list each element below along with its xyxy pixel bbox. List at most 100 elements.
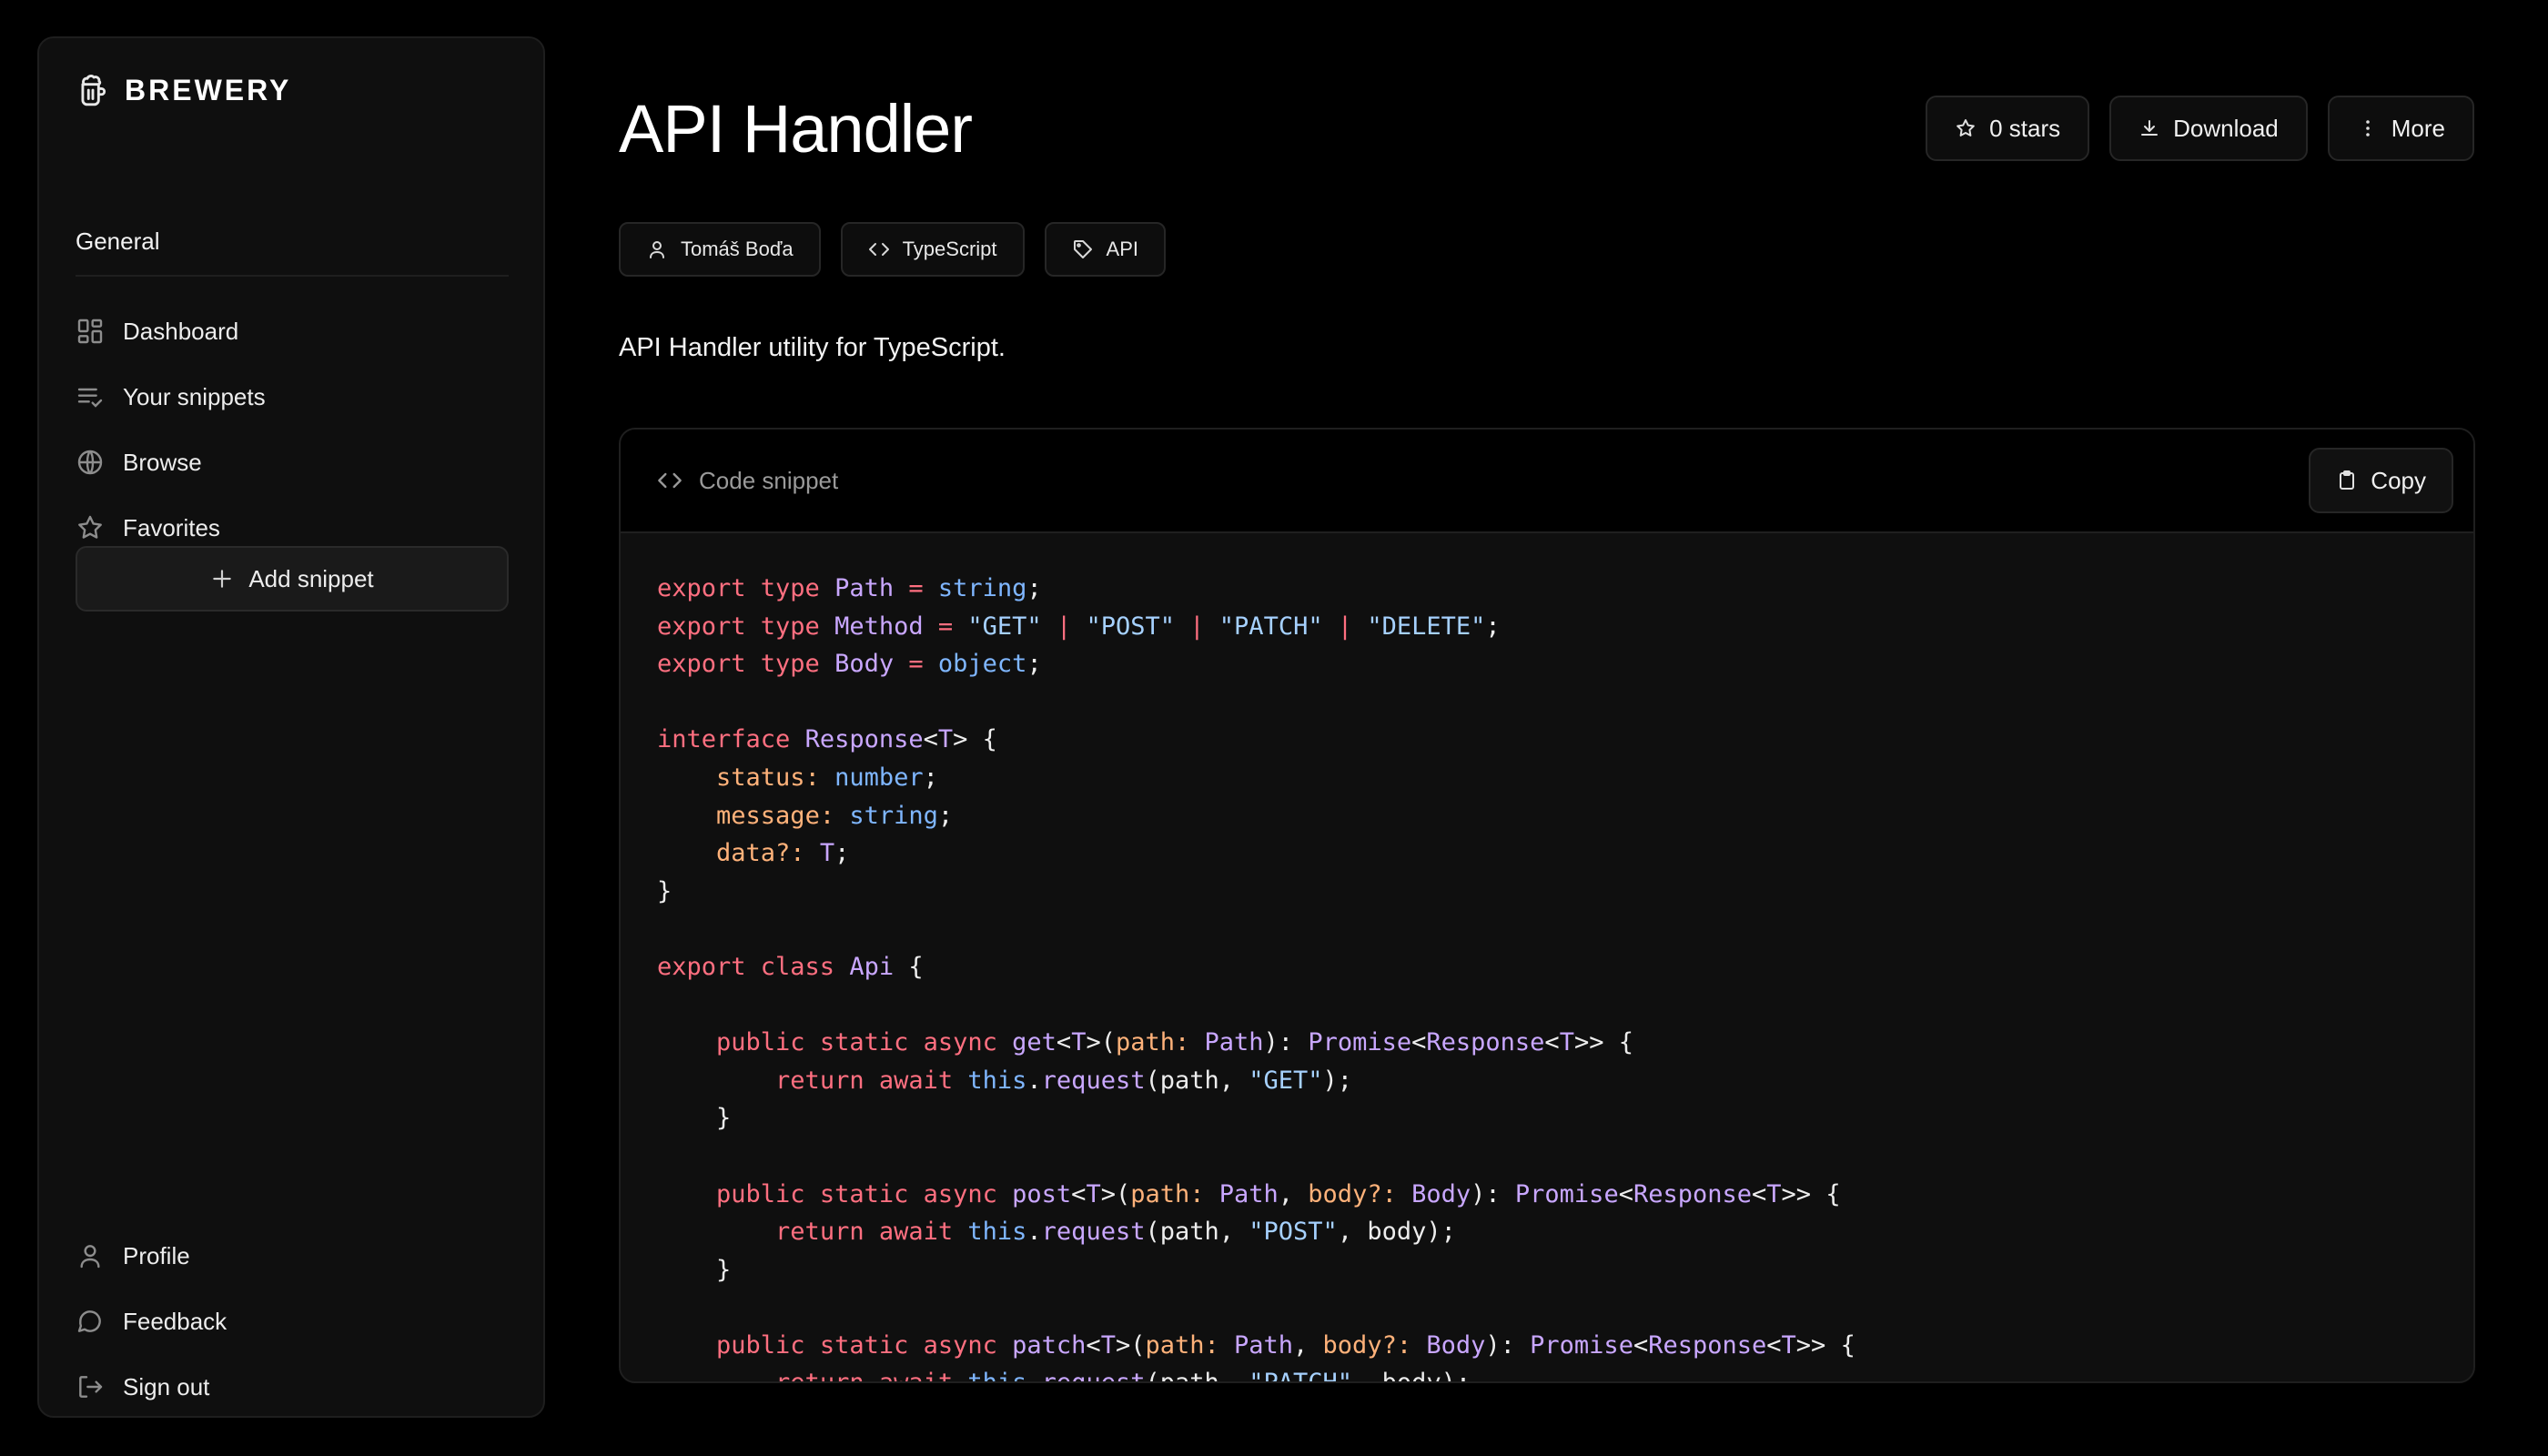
code-token: < xyxy=(1071,1179,1087,1208)
dashboard-icon xyxy=(77,318,103,344)
code-token: this xyxy=(967,1066,1027,1095)
code-token: ; xyxy=(1026,650,1042,679)
code-line: message: string; xyxy=(657,797,2473,835)
code-token: export class xyxy=(657,952,850,981)
more-vertical-icon xyxy=(2365,120,2370,136)
code-token: "GET" xyxy=(1249,1066,1323,1095)
main-nav: Dashboard Your snippets Browse Favorites xyxy=(76,298,509,561)
code-token: "PATCH" xyxy=(1218,612,1323,641)
star-button[interactable]: 0 stars xyxy=(1926,96,2090,161)
code-line: return await this.request(path, "PATCH",… xyxy=(657,1364,2473,1383)
author-name: Tomáš Boďa xyxy=(681,238,794,260)
code-token: | xyxy=(1175,612,1219,641)
download-button[interactable]: Download xyxy=(2109,96,2308,161)
code-token: Promise xyxy=(1514,1179,1619,1208)
code-token: < xyxy=(1086,1330,1101,1360)
category-tag[interactable]: API xyxy=(1044,222,1166,277)
star-icon xyxy=(1956,119,1975,136)
plus-icon xyxy=(213,570,232,588)
snippet-actions: 0 stars Download More xyxy=(1926,96,2474,161)
sidebar-item-browse[interactable]: Browse xyxy=(76,430,509,495)
sidebar-item-profile[interactable]: Profile xyxy=(76,1223,509,1289)
code-token: request xyxy=(1041,1066,1146,1095)
code-token: message: xyxy=(716,801,835,830)
code-line: return await this.request(path, "POST", … xyxy=(657,1213,2473,1251)
author-tag[interactable]: Tomáš Boďa xyxy=(619,222,821,277)
code-line: export class Api { xyxy=(657,948,2473,986)
code-token: (path, xyxy=(1145,1218,1249,1247)
code-token: number xyxy=(819,763,924,792)
code-token: { xyxy=(894,952,924,981)
add-snippet-button[interactable]: Add snippet xyxy=(76,546,509,612)
code-token: public static async xyxy=(716,1179,1013,1208)
code-token: Response xyxy=(1648,1330,1767,1360)
code-token: "PATCH" xyxy=(1249,1369,1353,1383)
code-token: , xyxy=(1293,1330,1323,1360)
code-token: < xyxy=(1752,1179,1767,1208)
code-token: T xyxy=(1100,1330,1116,1360)
sidebar-item-your-snippets[interactable]: Your snippets xyxy=(76,364,509,430)
code-token: path: xyxy=(1145,1330,1219,1360)
code-token: (path, xyxy=(1145,1369,1249,1383)
logout-icon xyxy=(79,1376,103,1398)
code-token: Response xyxy=(1426,1028,1545,1057)
code-token: ; xyxy=(834,839,850,868)
sidebar-item-label: Feedback xyxy=(123,1307,228,1335)
more-button[interactable]: More xyxy=(2327,96,2474,161)
brand[interactable]: BREWERY xyxy=(76,71,291,109)
sidebar: BREWERY General Dashboard Your snippets … xyxy=(37,36,545,1418)
code-token: "DELETE" xyxy=(1367,612,1486,641)
globe-icon xyxy=(77,450,103,475)
code-line: data?: T; xyxy=(657,834,2473,873)
code-token: , xyxy=(1278,1179,1309,1208)
code-token: post xyxy=(1012,1179,1072,1208)
star-icon xyxy=(78,515,102,539)
page-title: API Handler xyxy=(619,91,973,167)
code-token: . xyxy=(1026,1369,1042,1383)
code-token: object xyxy=(937,650,1027,679)
more-label: More xyxy=(2391,114,2445,142)
code-card: Code snippet Copy export type Path = str… xyxy=(619,428,2475,1383)
code-token: body?: xyxy=(1322,1330,1412,1360)
sidebar-item-label: Browse xyxy=(123,448,202,476)
code-token: Method xyxy=(834,612,924,641)
copy-button[interactable]: Copy xyxy=(2309,448,2453,513)
code-token: interface xyxy=(657,725,805,754)
code-token: } xyxy=(657,1255,732,1284)
code-token: public static async xyxy=(716,1330,1013,1360)
code-token: request xyxy=(1041,1218,1146,1247)
code-token: < xyxy=(1056,1028,1072,1057)
code-token: Path xyxy=(834,574,895,602)
language-tag[interactable]: TypeScript xyxy=(840,222,1025,277)
user-icon xyxy=(80,1245,100,1269)
code-block[interactable]: export type Path = string; export type M… xyxy=(621,533,2473,1383)
section-title-general: General xyxy=(76,228,160,255)
code-token: Promise xyxy=(1530,1330,1633,1360)
sidebar-item-feedback[interactable]: Feedback xyxy=(76,1289,509,1354)
code-line: export type Path = string; xyxy=(657,570,2473,608)
download-icon xyxy=(2141,120,2159,136)
code-token: | xyxy=(1041,612,1087,641)
code-line: } xyxy=(657,1251,2473,1289)
code-token: get xyxy=(1012,1028,1057,1057)
code-token: >( xyxy=(1115,1330,1146,1360)
code-token: T xyxy=(1781,1330,1796,1360)
code-token: | xyxy=(1322,612,1368,641)
code-token: Body xyxy=(1411,1330,1486,1360)
code-token: T xyxy=(1071,1028,1087,1057)
sidebar-item-sign-out[interactable]: Sign out xyxy=(76,1354,509,1420)
sidebar-item-dashboard[interactable]: Dashboard xyxy=(76,298,509,364)
code-token: Body xyxy=(834,650,895,679)
section-divider xyxy=(76,275,509,277)
code-token: return await xyxy=(775,1066,968,1095)
code-token: patch xyxy=(1012,1330,1087,1360)
snippet-description: API Handler utility for TypeScript. xyxy=(619,333,1006,362)
code-token: Path xyxy=(1189,1028,1264,1057)
